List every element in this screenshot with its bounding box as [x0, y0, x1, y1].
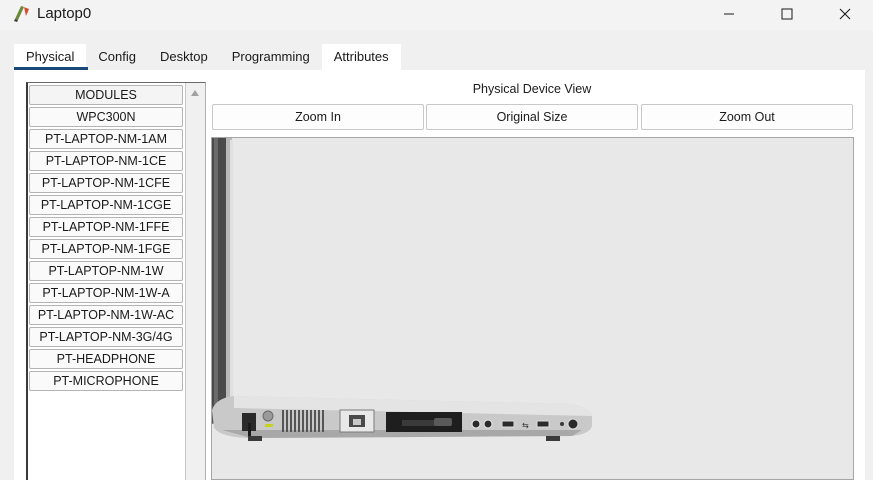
- scroll-up-arrow-icon[interactable]: [190, 89, 200, 97]
- physical-device-viewport[interactable]: ⇆: [211, 137, 854, 480]
- module-item[interactable]: PT-LAPTOP-NM-1AM: [29, 129, 183, 149]
- minimize-icon: [724, 13, 734, 15]
- module-item[interactable]: PT-LAPTOP-NM-1FFE: [29, 217, 183, 237]
- laptop-app-icon: [12, 3, 32, 23]
- module-item[interactable]: PT-HEADPHONE: [29, 349, 183, 369]
- close-button[interactable]: [816, 0, 873, 28]
- zoom-in-button[interactable]: Zoom In: [212, 104, 424, 130]
- close-icon: [839, 8, 851, 20]
- module-item[interactable]: PT-LAPTOP-NM-3G/4G: [29, 327, 183, 347]
- physical-device-view-title: Physical Device View: [472, 82, 592, 96]
- module-item[interactable]: PT-MICROPHONE: [29, 371, 183, 391]
- zoom-out-button[interactable]: Zoom Out: [641, 104, 853, 130]
- tab-attributes[interactable]: Attributes: [321, 44, 401, 70]
- tab-config[interactable]: Config: [86, 44, 148, 70]
- window-title: Laptop0: [37, 5, 92, 22]
- module-item[interactable]: PT-LAPTOP-NM-1CFE: [29, 173, 183, 193]
- module-item[interactable]: PT-LAPTOP-NM-1W-AC: [29, 305, 183, 325]
- module-list-scrollbar[interactable]: [185, 83, 205, 480]
- original-size-button[interactable]: Original Size: [426, 104, 638, 130]
- maximize-button[interactable]: [758, 0, 816, 28]
- title-bar: Laptop0: [0, 0, 873, 30]
- module-item[interactable]: WPC300N: [29, 107, 183, 127]
- module-item[interactable]: PT-LAPTOP-NM-1W-A: [29, 283, 183, 303]
- module-item[interactable]: PT-LAPTOP-NM-1CGE: [29, 195, 183, 215]
- minimize-button[interactable]: [700, 0, 758, 28]
- module-item[interactable]: PT-LAPTOP-NM-1W: [29, 261, 183, 281]
- svg-text:⇆: ⇆: [522, 421, 529, 430]
- laptop-side-view-image: ⇆: [212, 138, 592, 441]
- module-item[interactable]: PT-LAPTOP-NM-1FGE: [29, 239, 183, 259]
- module-item[interactable]: PT-LAPTOP-NM-1CE: [29, 151, 183, 171]
- tab-desktop[interactable]: Desktop: [148, 44, 220, 70]
- maximize-icon: [781, 8, 793, 20]
- modules-header: MODULES: [29, 85, 183, 105]
- tab-programming[interactable]: Programming: [219, 44, 322, 70]
- module-list: MODULES WPC300N PT-LAPTOP-NM-1AM PT-LAPT…: [26, 82, 206, 480]
